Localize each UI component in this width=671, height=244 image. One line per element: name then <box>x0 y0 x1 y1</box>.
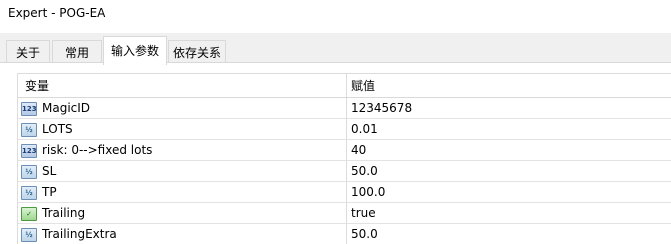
parameter-name: Trailing <box>42 206 86 220</box>
table-header: 变量 赋值 <box>18 74 671 98</box>
parameter-name-cell: ½ TrailingExtra <box>18 224 347 244</box>
parameter-value[interactable]: 12345678 <box>348 98 671 118</box>
table-row[interactable]: ✓ Trailing true <box>18 203 671 224</box>
parameter-name-cell: 123 risk: 0-->fixed lots <box>18 140 347 160</box>
parameter-value[interactable]: 40 <box>348 140 671 160</box>
tab-bar: 关于 常用 输入参数 依存关系 <box>0 33 671 65</box>
inputs-panel: 变量 赋值 123 MagicID 12345678 ½ LOTS 0.01 1… <box>0 62 671 244</box>
parameter-name-cell: ½ SL <box>18 161 347 181</box>
parameter-value[interactable]: 0.01 <box>348 119 671 139</box>
parameter-value[interactable]: 100.0 <box>348 182 671 202</box>
parameter-name: MagicID <box>42 101 91 115</box>
parameter-value[interactable]: 50.0 <box>348 161 671 181</box>
parameter-name-cell: ½ LOTS <box>18 119 347 139</box>
table-row[interactable]: ½ TrailingExtra 50.0 <box>18 224 671 244</box>
parameter-name-cell: ½ TP <box>18 182 347 202</box>
table-row[interactable]: 123 risk: 0-->fixed lots 40 <box>18 140 671 161</box>
table-row[interactable]: ½ LOTS 0.01 <box>18 119 671 140</box>
double-type-icon: ½ <box>21 123 37 137</box>
integer-type-icon: 123 <box>21 144 37 158</box>
parameter-value[interactable]: true <box>348 203 671 223</box>
parameter-value[interactable]: 50.0 <box>348 224 671 244</box>
window-titlebar: Expert - POG-EA <box>0 0 671 33</box>
parameter-name: SL <box>42 164 57 178</box>
tab-common[interactable]: 常用 <box>52 40 102 64</box>
parameter-name-cell: 123 MagicID <box>18 98 347 118</box>
column-header-variable[interactable]: 变量 <box>18 74 347 97</box>
parameter-name: TrailingExtra <box>42 227 117 241</box>
table-row[interactable]: 123 MagicID 12345678 <box>18 98 671 119</box>
column-header-value[interactable]: 赋值 <box>348 74 671 97</box>
tab-about[interactable]: 关于 <box>6 40 50 64</box>
parameter-name: risk: 0-->fixed lots <box>42 143 153 157</box>
integer-type-icon: 123 <box>21 102 37 116</box>
table-row[interactable]: ½ TP 100.0 <box>18 182 671 203</box>
table-row[interactable]: ½ SL 50.0 <box>18 161 671 182</box>
tab-inputs[interactable]: 输入参数 <box>103 36 167 65</box>
parameter-name-cell: ✓ Trailing <box>18 203 347 223</box>
double-type-icon: ½ <box>21 165 37 179</box>
window-title: Expert - POG-EA <box>8 6 106 20</box>
double-type-icon: ½ <box>21 228 37 242</box>
parameters-table: 变量 赋值 123 MagicID 12345678 ½ LOTS 0.01 1… <box>17 73 671 244</box>
parameter-name: TP <box>42 185 57 199</box>
parameter-name: LOTS <box>42 122 73 136</box>
boolean-type-icon: ✓ <box>21 207 37 221</box>
tab-dependencies[interactable]: 依存关系 <box>168 40 226 64</box>
double-type-icon: ½ <box>21 186 37 200</box>
